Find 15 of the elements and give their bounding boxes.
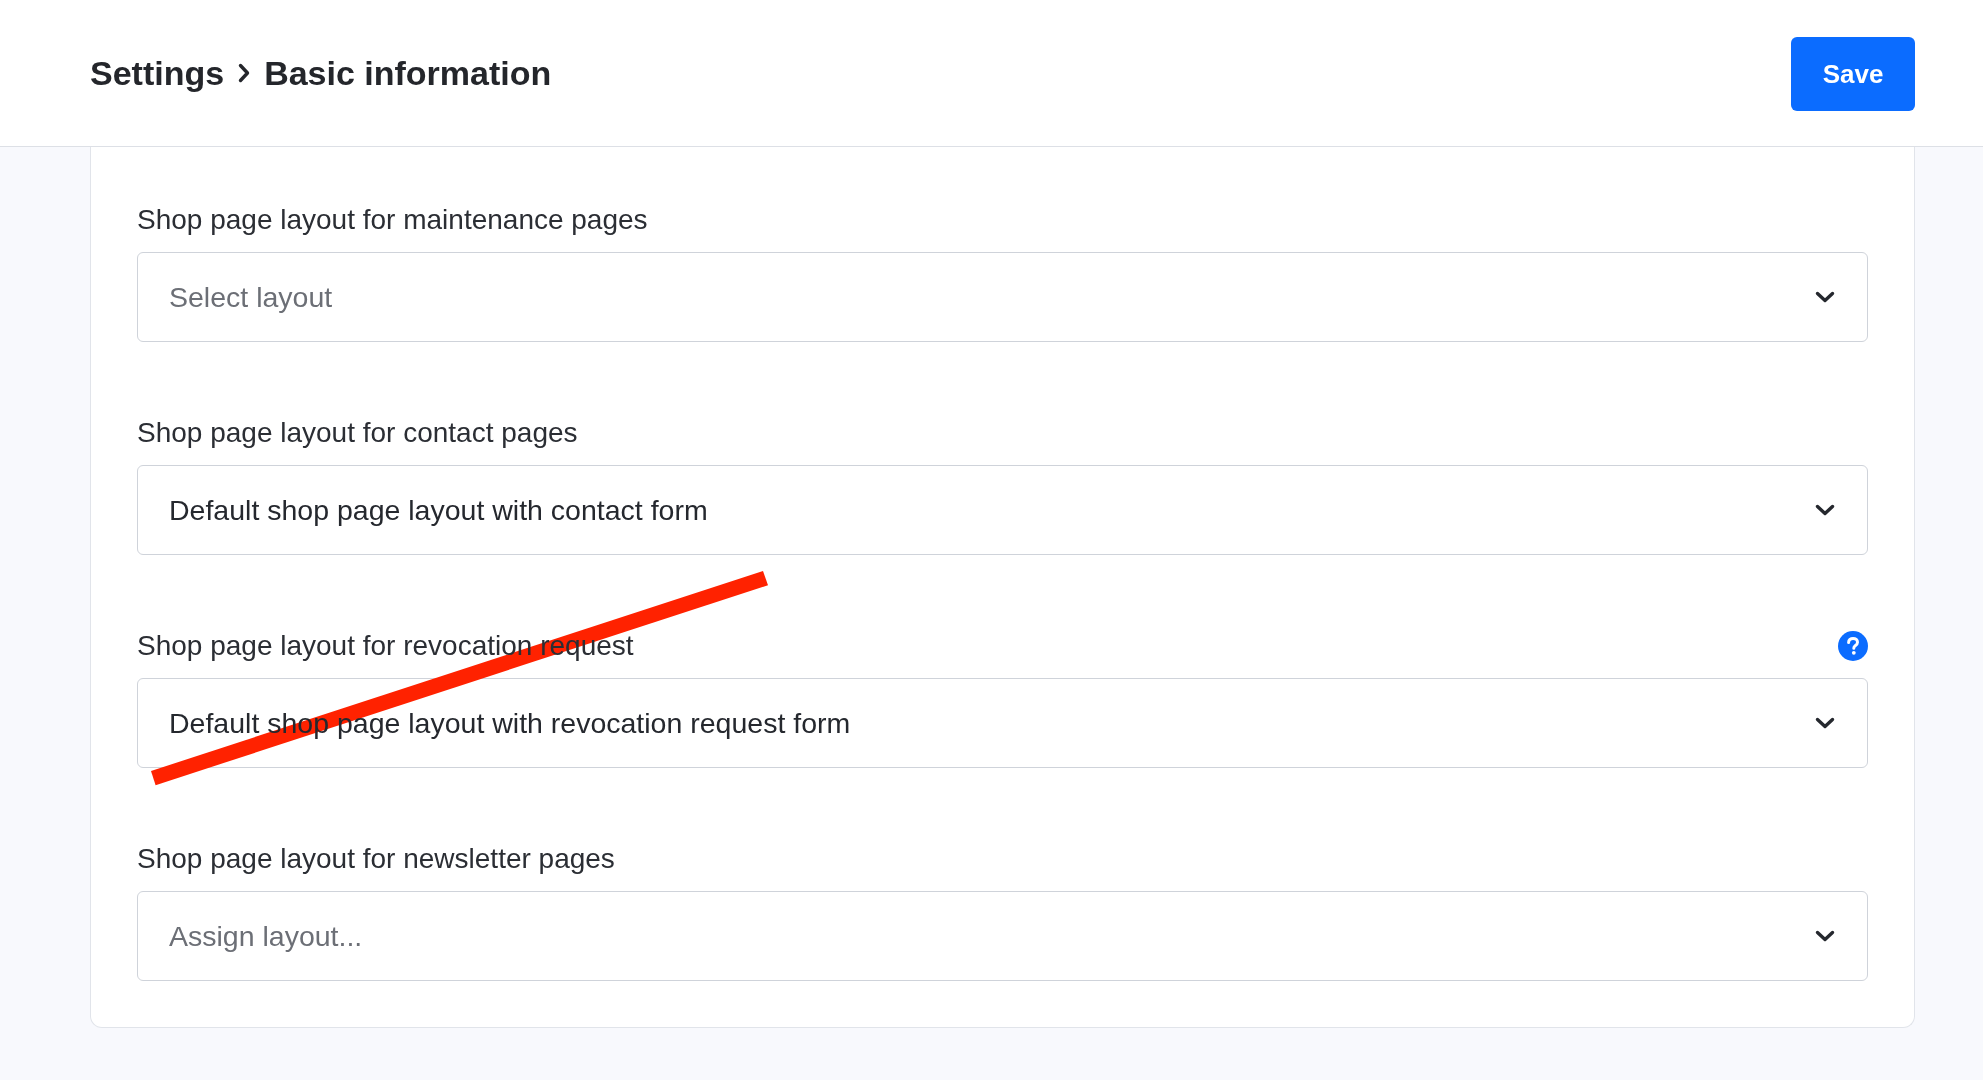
layout-select[interactable]: Assign layout...: [137, 891, 1868, 981]
layout-select[interactable]: Default shop page layout with contact form: [137, 465, 1868, 555]
chevron-down-icon: [1815, 291, 1835, 303]
chevron-right-icon: [238, 63, 251, 83]
chevron-down-icon: [1815, 504, 1835, 516]
page-title: Basic information: [264, 53, 552, 93]
field-label: Shop page layout for newsletter pages: [137, 844, 615, 874]
layout-select[interactable]: Select layout: [137, 252, 1868, 342]
chevron-down-icon: [1815, 930, 1835, 942]
field-label: Shop page layout for maintenance pages: [137, 205, 648, 235]
save-button[interactable]: Save: [1791, 37, 1915, 111]
chevron-down-icon: [1815, 717, 1835, 729]
help-icon[interactable]: [1838, 631, 1868, 661]
breadcrumb-link[interactable]: Settings: [90, 53, 225, 93]
field-label: Shop page layout for contact pages: [137, 418, 578, 448]
